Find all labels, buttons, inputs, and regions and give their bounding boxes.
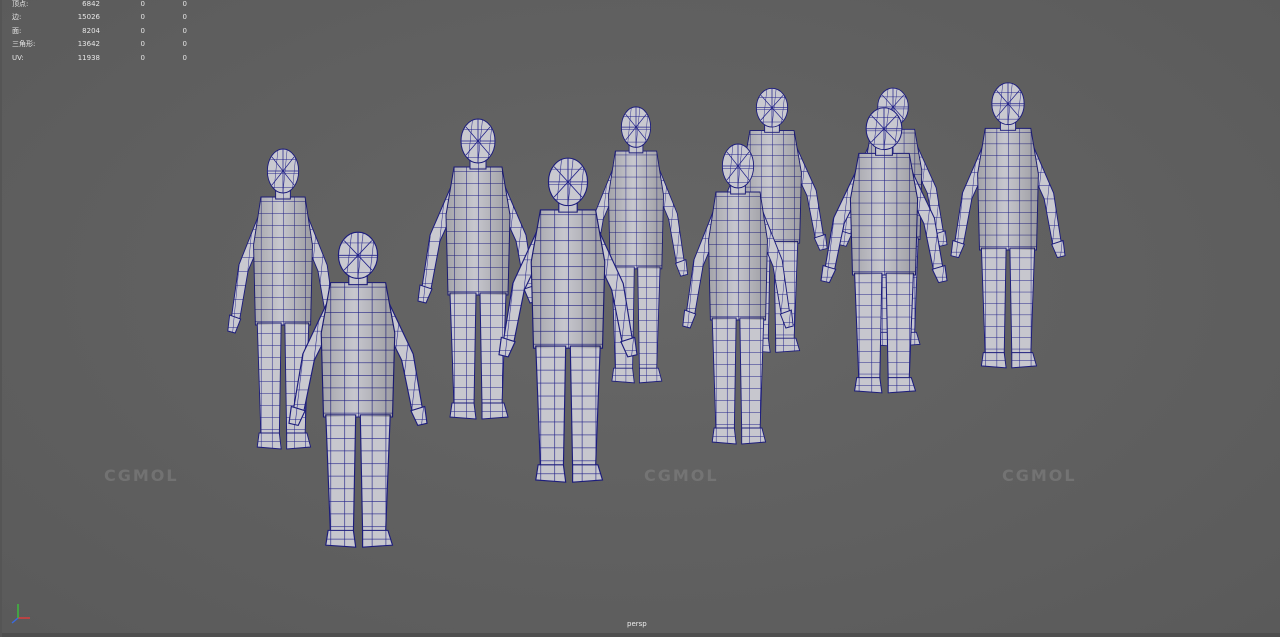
character-mesh-1[interactable] (227, 148, 339, 450)
watermark-left: CGMOL (104, 466, 179, 485)
xyz-axis-icon (11, 604, 30, 624)
poly-count-hud: 顶点: 6842 0 0 边: 15026 0 0 面: 8204 0 0 三角… (12, 0, 187, 65)
hud-value: 0 (182, 13, 187, 22)
hud-value: 11938 (77, 53, 100, 62)
hud-value: 8204 (82, 26, 100, 35)
hud-value: 0 (140, 0, 145, 8)
hud-row-uv: UV: 11938 0 0 (12, 52, 187, 65)
hud-label: 顶点: (12, 0, 29, 8)
hud-row-vertices: 顶点: 6842 0 0 (12, 0, 187, 11)
scene-canvas[interactable] (0, 0, 1280, 637)
camera-name-label: persp (627, 620, 647, 628)
watermark-right: CGMOL (1002, 466, 1077, 485)
hud-value: 0 (140, 53, 145, 62)
hud-value: 13642 (77, 40, 100, 49)
hud-row-triangles: 三角形: 13642 0 0 (12, 38, 187, 51)
viewport-left-border (0, 0, 2, 637)
3d-viewport[interactable]: CGMOL CGMOL CGMOL 顶点: 6842 0 0 边: 15026 … (0, 0, 1280, 637)
character-mesh-10[interactable] (950, 82, 1066, 369)
hud-row-edges: 边: 15026 0 0 (12, 11, 187, 24)
hud-value: 0 (140, 40, 145, 49)
hud-row-faces: 面: 8204 0 0 (12, 25, 187, 38)
hud-label: 三角形: (12, 40, 36, 49)
hud-value: 0 (140, 13, 145, 22)
hud-label: 边: (12, 13, 22, 22)
hud-value: 0 (182, 26, 187, 35)
hud-value: 0 (182, 40, 187, 49)
hud-label: 面: (12, 26, 22, 35)
hud-value: 0 (182, 53, 187, 62)
hud-value: 6842 (82, 0, 100, 8)
hud-value: 0 (140, 26, 145, 35)
hud-value: 0 (182, 0, 187, 8)
hud-label: UV: (12, 53, 24, 62)
character-mesh-9[interactable] (820, 107, 948, 394)
watermark-center: CGMOL (644, 466, 719, 485)
hud-value: 15026 (77, 13, 100, 22)
viewport-bottom-border (0, 633, 1280, 637)
